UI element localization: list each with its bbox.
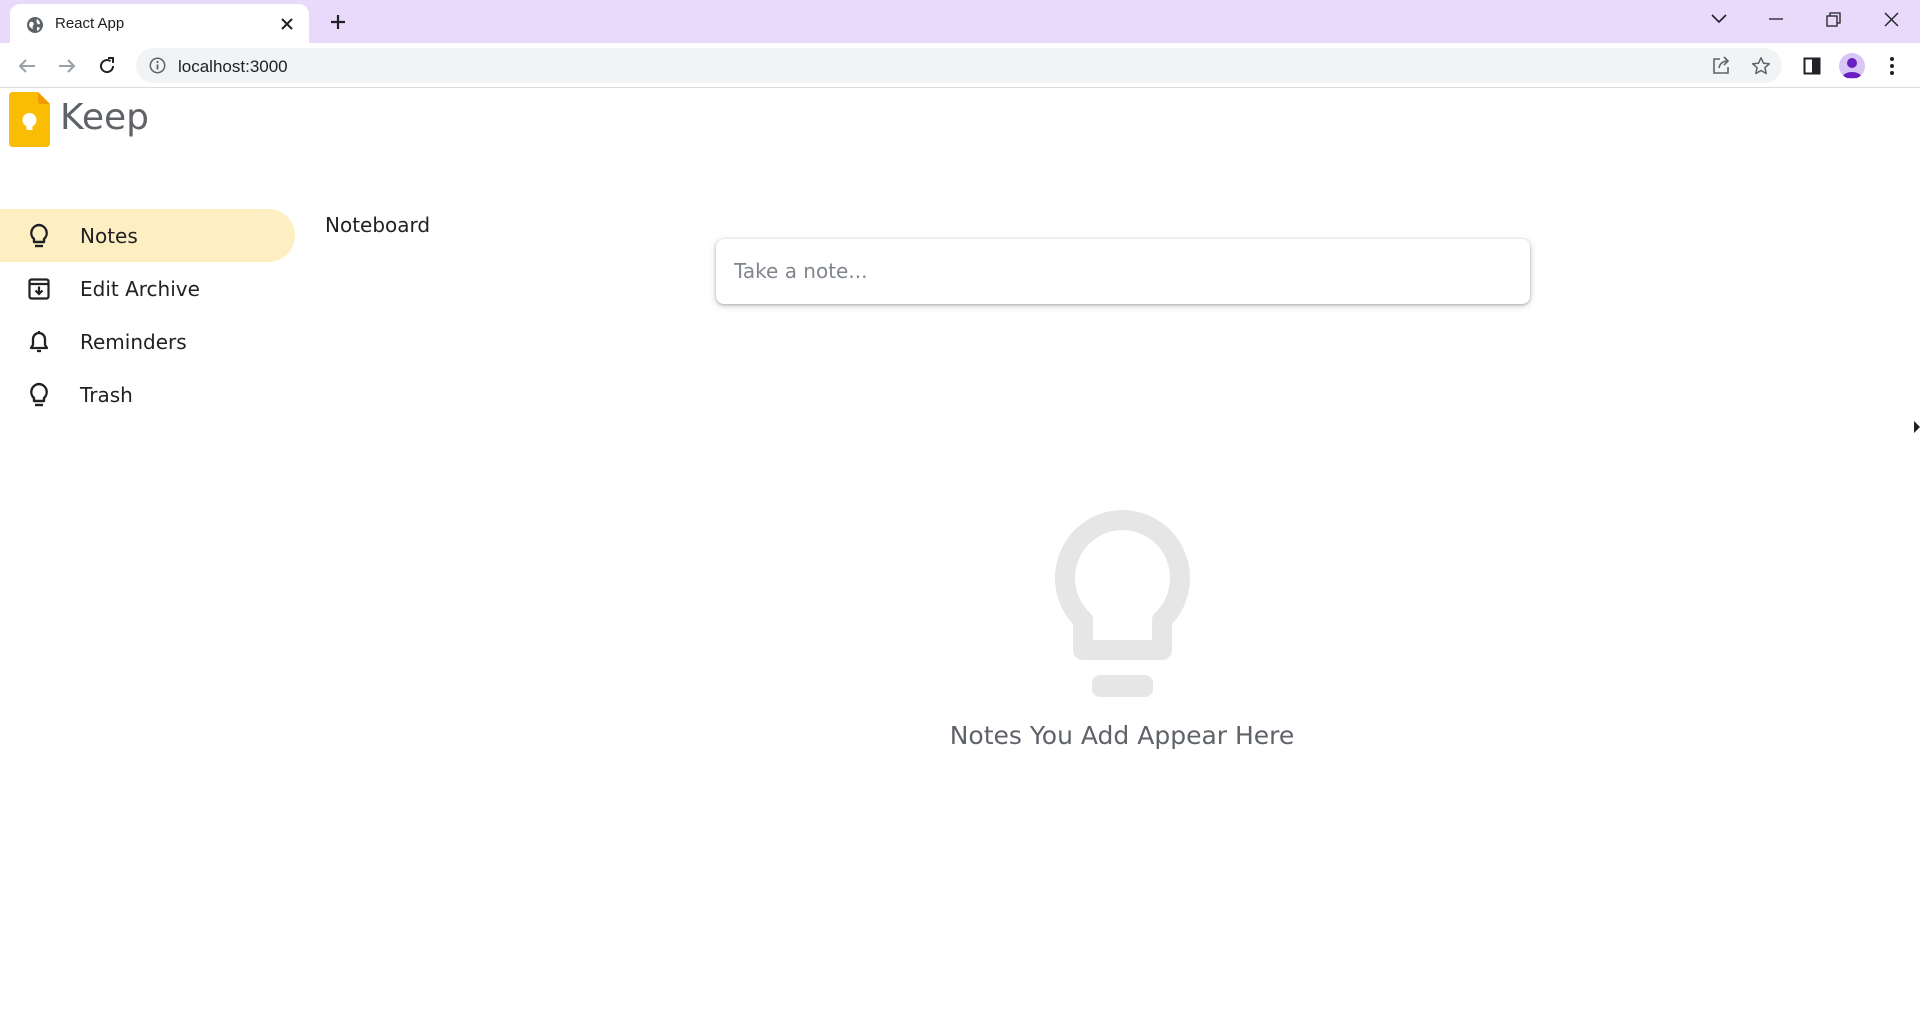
profile-avatar[interactable] [1837,51,1867,81]
close-tab-icon[interactable] [277,14,297,34]
lightbulb-icon [26,382,52,408]
reload-icon[interactable] [92,51,122,81]
bell-icon [26,329,52,355]
bookmark-star-icon[interactable] [1750,55,1772,77]
restore-icon[interactable] [1817,6,1849,32]
archive-icon [26,276,52,302]
sidebar-item-edit-archive[interactable]: Edit Archive [0,262,295,315]
side-panel-icon[interactable] [1797,51,1827,81]
tab-search-icon[interactable] [1703,6,1735,32]
sidebar-item-reminders[interactable]: Reminders [0,315,295,368]
empty-state: Notes You Add Appear Here [900,505,1344,765]
browser-tab[interactable]: React App [10,4,309,43]
app-header: Keep [0,89,1920,153]
sidebar: Notes Edit Archive Reminders Trash [0,209,295,421]
page-title: Noteboard [325,213,431,237]
new-tab-icon[interactable] [325,9,351,35]
browser-toolbar: localhost:3000 [0,43,1920,88]
globe-icon [26,16,44,34]
sidebar-item-label: Trash [80,382,133,407]
take-note-input[interactable] [734,255,1504,287]
info-icon[interactable] [149,57,166,74]
caret-right-icon [1914,419,1920,435]
app-title: Keep [60,97,149,138]
share-icon[interactable] [1710,55,1732,77]
lightbulb-icon [1051,510,1194,704]
more-menu-icon[interactable] [1877,51,1907,81]
url-text: localhost:3000 [178,57,288,76]
keep-logo-icon [9,92,50,147]
close-window-icon[interactable] [1875,6,1907,32]
sidebar-item-label: Reminders [80,329,187,354]
lightbulb-icon [26,223,52,249]
sidebar-item-notes[interactable]: Notes [0,209,295,262]
browser-tabstrip: React App [0,0,1920,43]
empty-state-message: Notes You Add Appear Here [949,721,1295,750]
sidebar-item-label: Notes [80,223,138,248]
note-composer [716,239,1530,304]
minimize-icon[interactable] [1760,6,1792,32]
tab-title: React App [55,15,125,32]
address-bar[interactable]: localhost:3000 [136,48,1782,83]
sidebar-item-trash[interactable]: Trash [0,368,295,421]
forward-icon[interactable] [52,51,82,81]
sidebar-item-label: Edit Archive [80,276,200,301]
back-icon[interactable] [12,51,42,81]
